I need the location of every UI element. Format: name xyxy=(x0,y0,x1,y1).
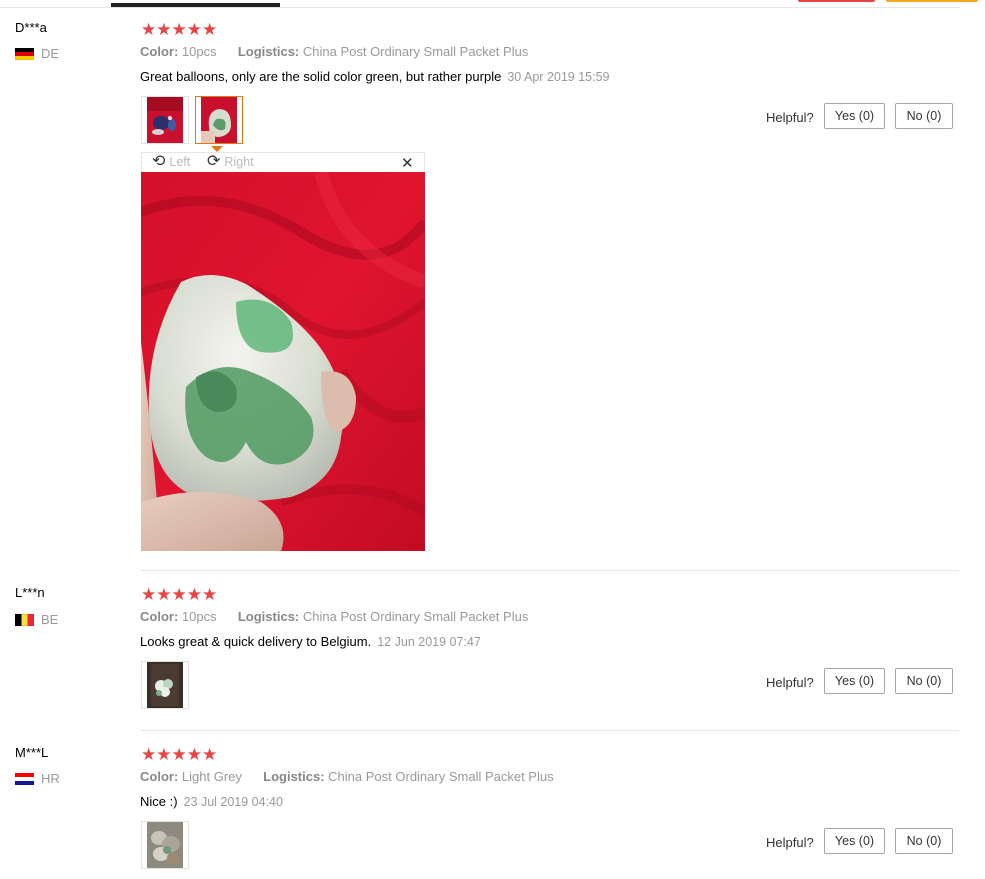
country-code: HR xyxy=(41,771,60,786)
review-divider xyxy=(141,570,959,571)
rotate-left-icon: ⟲ xyxy=(152,153,166,170)
review-text: Looks great & quick delivery to Belgium. xyxy=(140,634,372,649)
helpful-yes-button[interactable]: Yes (0) xyxy=(824,103,885,129)
photo-thumbnail-image xyxy=(147,822,183,868)
enlarged-review-photo xyxy=(141,172,425,551)
color-label: Color: xyxy=(140,609,179,624)
review-meta: Color: Light Grey Logistics: China Post … xyxy=(140,769,554,784)
review-date: 30 Apr 2019 15:59 xyxy=(507,70,610,84)
review-body: Looks great & quick delivery to Belgium.… xyxy=(140,634,481,649)
rotate-right-label: Right xyxy=(224,155,254,169)
reviewer-name: D***a xyxy=(15,20,47,35)
rotate-left-label: Left xyxy=(169,155,191,169)
color-label: Color: xyxy=(140,44,179,59)
star-rating: ★★★★★ xyxy=(141,20,218,39)
reviewer-country: HR xyxy=(15,771,60,786)
logistics-label: Logistics: xyxy=(237,44,300,59)
helpful-no-button[interactable]: No (0) xyxy=(895,668,953,694)
top-divider xyxy=(0,7,960,8)
reviewer-country: BE xyxy=(15,612,58,627)
country-code: DE xyxy=(41,46,60,61)
helpful-label: Helpful? xyxy=(766,835,814,850)
top-button-red-edge[interactable] xyxy=(798,0,875,2)
reviewer-name: L***n xyxy=(15,585,45,600)
star-rating: ★★★★★ xyxy=(141,585,218,604)
photo-thumbnail-image xyxy=(201,97,237,143)
color-label: Color: xyxy=(140,769,179,784)
rotate-right-button[interactable]: ⟳ Right xyxy=(207,154,254,170)
close-icon[interactable]: ✕ xyxy=(401,156,414,171)
reviewer-country: DE xyxy=(15,46,59,61)
review-date: 23 Jul 2019 04:40 xyxy=(183,795,283,809)
country-code: BE xyxy=(41,612,59,627)
helpful-label: Helpful? xyxy=(766,110,814,125)
belgium-flag-icon xyxy=(15,613,34,626)
review-photo-thumbnail-selected[interactable] xyxy=(195,96,243,144)
top-button-orange-edge[interactable] xyxy=(886,0,978,2)
review-meta: Color: 10pcs Logistics: China Post Ordin… xyxy=(140,44,528,59)
helpful-yes-button[interactable]: Yes (0) xyxy=(824,668,885,694)
photo-thumbnail-image xyxy=(147,97,183,143)
review-date: 12 Jun 2019 07:47 xyxy=(377,635,481,649)
active-tab-indicator xyxy=(111,3,280,7)
photo-image xyxy=(141,172,425,551)
review-body: Nice :) 23 Jul 2019 04:40 xyxy=(140,794,283,809)
logistics-label: Logistics: xyxy=(263,769,325,784)
review-body: Great balloons, only are the solid color… xyxy=(140,69,610,84)
star-rating: ★★★★★ xyxy=(141,745,218,764)
helpful-label: Helpful? xyxy=(766,675,814,690)
helpful-no-button[interactable]: No (0) xyxy=(895,828,953,854)
photo-viewer-toolbar: ⟲ Left ⟳ Right ✕ xyxy=(141,152,425,172)
review-photo-thumbnail[interactable] xyxy=(141,96,189,144)
color-value: 10pcs xyxy=(181,44,217,59)
photo-thumbnail-image xyxy=(147,662,183,708)
color-value: 10pcs xyxy=(181,609,217,624)
helpful-yes-button[interactable]: Yes (0) xyxy=(824,828,885,854)
helpful-no-button[interactable]: No (0) xyxy=(895,103,953,129)
rotate-left-button[interactable]: ⟲ Left xyxy=(152,154,190,170)
review-meta: Color: 10pcs Logistics: China Post Ordin… xyxy=(140,609,528,624)
review-divider xyxy=(141,730,959,731)
logistics-label: Logistics: xyxy=(237,609,300,624)
germany-flag-icon xyxy=(15,47,34,60)
logistics-value: China Post Ordinary Small Packet Plus xyxy=(302,609,529,624)
croatia-flag-icon xyxy=(15,772,34,785)
rotate-right-icon: ⟳ xyxy=(207,153,221,170)
review-text: Nice :) xyxy=(140,794,178,809)
review-photo-thumbnail[interactable] xyxy=(141,821,189,869)
reviewer-name: M***L xyxy=(15,745,49,760)
color-value: Light Grey xyxy=(181,769,242,784)
logistics-value: China Post Ordinary Small Packet Plus xyxy=(302,44,529,59)
review-photo-thumbnail[interactable] xyxy=(141,661,189,709)
review-text: Great balloons, only are the solid color… xyxy=(140,69,502,84)
logistics-value: China Post Ordinary Small Packet Plus xyxy=(328,769,554,784)
